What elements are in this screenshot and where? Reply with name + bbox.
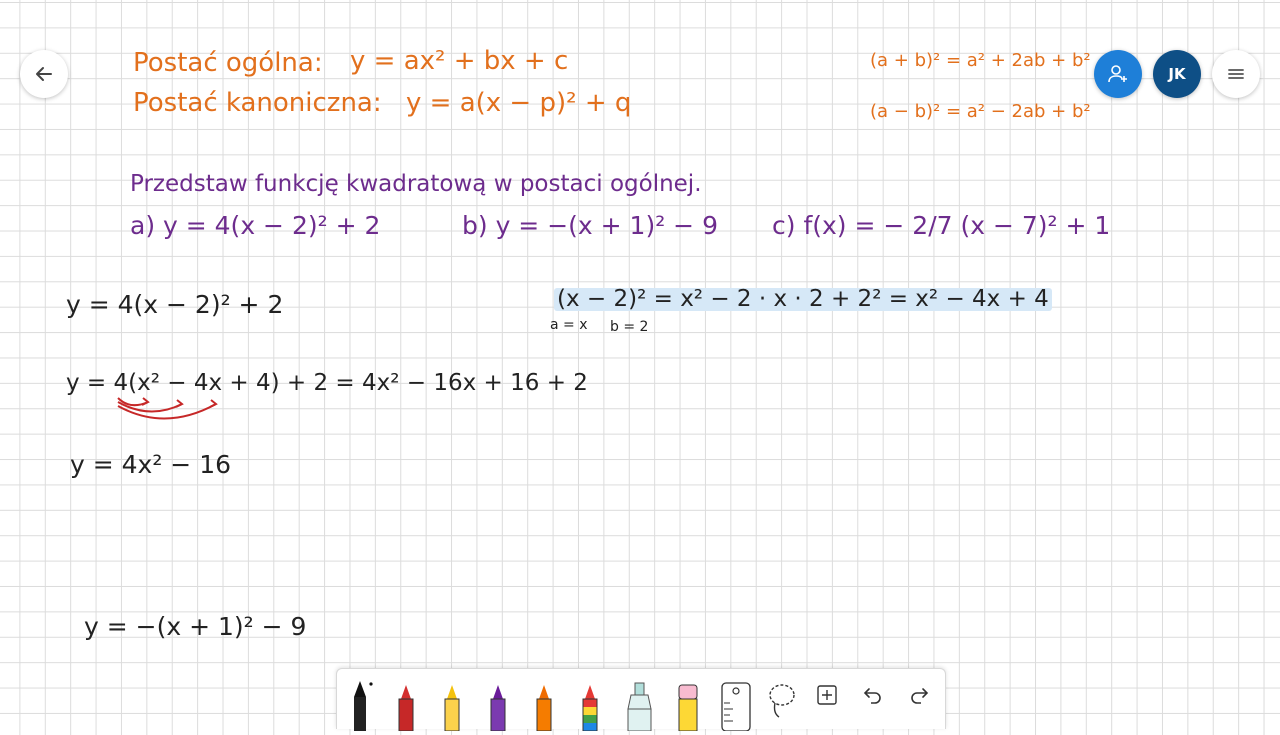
lasso-icon (769, 684, 795, 718)
ruler-tool[interactable] (719, 679, 751, 731)
pen-orange-icon (536, 685, 552, 731)
task-instruction: Przedstaw funkcję kwadratową w postaci o… (130, 171, 702, 197)
pen-black-icon (354, 681, 373, 731)
highlighter-tool[interactable] (623, 679, 653, 731)
identity-plus: (a + b)² = a² + 2ab + b² (870, 50, 1091, 71)
arrow-left-icon (36, 67, 52, 81)
postac-kanoniczna-label: Postać kanoniczna: (133, 88, 382, 118)
avatar-initials: JK (1168, 65, 1186, 83)
invite-button[interactable] (1094, 50, 1142, 98)
pen-purple-icon (490, 685, 506, 731)
redo-button[interactable] (907, 683, 937, 735)
postac-ogolna-label: Postać ogólna: (133, 48, 323, 78)
pen-rainbow-tool[interactable] (575, 679, 605, 731)
task-c: c) f(x) = − 2/7 (x − 7)² + 1 (772, 211, 1111, 240)
add-space-tool[interactable] (815, 683, 845, 735)
task-b: b) y = −(x + 1)² − 9 (462, 211, 718, 240)
hamburger-menu-icon (1228, 69, 1244, 79)
highlighter-icon (627, 682, 652, 731)
work-line-4: y = −(x + 1)² − 9 (84, 612, 307, 641)
redo-icon (911, 688, 929, 704)
pen-purple-tool[interactable] (483, 679, 513, 731)
eraser-tool[interactable] (673, 679, 703, 731)
lasso-tool[interactable] (765, 679, 795, 731)
work-line-1: y = 4(x − 2)² + 2 (66, 290, 284, 319)
pen-rainbow-icon (582, 685, 598, 731)
back-button[interactable] (20, 50, 68, 98)
undo-button[interactable] (861, 683, 891, 735)
undo-icon (863, 688, 881, 704)
pen-yellow-icon (444, 685, 460, 731)
pen-yellow-tool[interactable] (437, 679, 467, 731)
work-side-sub-a: a = x (550, 317, 588, 333)
pen-red-tool[interactable] (391, 679, 421, 731)
ruler-icon (721, 682, 751, 731)
add-person-icon (1108, 65, 1127, 83)
pen-orange-tool[interactable] (529, 679, 559, 731)
user-avatar-button[interactable]: JK (1153, 50, 1201, 98)
add-space-icon (817, 685, 837, 705)
work-side-sub-b: b = 2 (610, 319, 649, 335)
pen-red-icon (398, 685, 414, 731)
distribution-arrows (117, 397, 218, 420)
postac-ogolna-formula: y = ax² + bx + c (350, 46, 569, 76)
pen-black-tool[interactable] (345, 679, 375, 731)
menu-button[interactable] (1212, 50, 1260, 98)
task-a: a) y = 4(x − 2)² + 2 (130, 211, 381, 240)
identity-minus: (a − b)² = a² − 2ab + b² (870, 101, 1091, 122)
work-line-3: y = 4x² − 16 (70, 450, 232, 479)
eraser-icon (678, 684, 698, 731)
work-side-expansion: (x − 2)² = x² − 2 · x · 2 + 2² = x² − 4x… (554, 288, 1052, 311)
postac-kanoniczna-formula: y = a(x − p)² + q (406, 88, 632, 118)
